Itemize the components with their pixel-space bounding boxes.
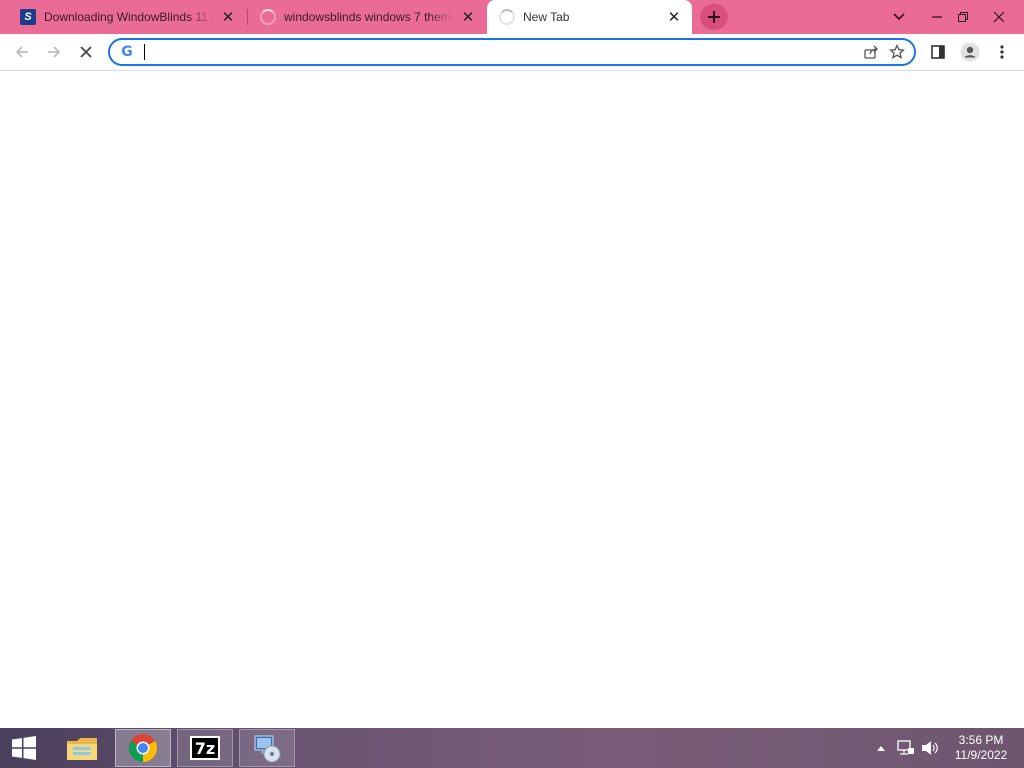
setup-taskbar-button[interactable]	[239, 729, 295, 767]
minimize-icon	[932, 16, 942, 18]
start-button[interactable]	[0, 729, 48, 767]
7zip-icon: 7z	[190, 736, 220, 760]
show-hidden-icons-button[interactable]	[874, 740, 888, 756]
share-icon[interactable]	[858, 40, 884, 64]
7zip-taskbar-button[interactable]: 7z	[177, 729, 233, 767]
loading-spinner-icon	[260, 9, 276, 25]
close-icon	[993, 11, 1005, 23]
setup-disc-icon	[254, 735, 281, 763]
chevron-down-icon	[893, 13, 905, 21]
profile-button[interactable]	[956, 38, 984, 66]
back-button[interactable]	[8, 38, 36, 66]
file-explorer-icon	[67, 738, 97, 760]
system-clock[interactable]: 3:56 PM 11/9/2022	[948, 733, 1014, 763]
tab-strip: S Downloading WindowBlinds 11 | ✕ window…	[0, 0, 1024, 34]
stop-x-icon	[80, 46, 92, 58]
plus-icon	[708, 11, 720, 23]
tab-title: New Tab	[523, 10, 570, 24]
restore-icon	[958, 12, 968, 22]
tab-downloading-windowblinds[interactable]: S Downloading WindowBlinds 11 | ✕	[8, 0, 246, 34]
clock-date: 11/9/2022	[954, 748, 1008, 762]
forward-arrow-icon	[48, 46, 61, 58]
chevron-up-icon	[877, 746, 885, 751]
chrome-taskbar-button[interactable]	[115, 729, 171, 767]
avatar-icon	[960, 42, 980, 62]
browser-toolbar: G	[0, 34, 1024, 71]
tab-title: windowsblinds windows 7 theme	[284, 10, 454, 24]
close-tab-icon[interactable]: ✕	[218, 7, 238, 27]
page-content	[0, 71, 1024, 728]
tab-windowsblinds-search[interactable]: windowsblinds windows 7 theme ✕	[248, 0, 486, 34]
network-tray-button[interactable]	[896, 740, 916, 756]
kebab-menu-icon	[1000, 45, 1004, 59]
address-input[interactable]	[147, 42, 858, 62]
side-panel-icon	[931, 45, 945, 59]
close-tab-icon[interactable]: ✕	[458, 7, 478, 27]
windows-taskbar: 7z 3:56 PM 11/9/2022	[0, 728, 1024, 768]
close-tab-icon[interactable]: ✕	[664, 7, 684, 27]
clock-time: 3:56 PM	[958, 733, 1004, 747]
side-panel-button[interactable]	[924, 38, 952, 66]
file-explorer-taskbar-button[interactable]	[54, 729, 110, 767]
restore-button[interactable]	[948, 0, 978, 34]
google-icon: G	[121, 44, 133, 60]
stardock-icon: S	[20, 9, 36, 25]
windows-logo-icon	[12, 736, 36, 760]
stop-loading-button[interactable]	[72, 38, 100, 66]
tab-search-button[interactable]	[884, 0, 914, 34]
back-arrow-icon	[15, 46, 28, 58]
loading-spinner-icon	[499, 9, 515, 25]
address-bar[interactable]: G	[108, 38, 916, 66]
close-window-button[interactable]	[984, 0, 1014, 34]
speaker-icon	[922, 741, 938, 755]
new-tab-button[interactable]	[700, 4, 728, 30]
tab-title: Downloading WindowBlinds 11 |	[44, 10, 214, 24]
text-caret	[144, 44, 145, 60]
network-icon	[897, 740, 914, 755]
chrome-icon	[129, 734, 157, 762]
svg-text:7z: 7z	[195, 739, 215, 758]
tab-new-tab[interactable]: New Tab ✕	[487, 0, 692, 34]
volume-tray-button[interactable]	[920, 740, 940, 756]
menu-button[interactable]	[988, 38, 1016, 66]
bookmark-star-icon[interactable]	[884, 40, 910, 64]
forward-button[interactable]	[40, 38, 68, 66]
